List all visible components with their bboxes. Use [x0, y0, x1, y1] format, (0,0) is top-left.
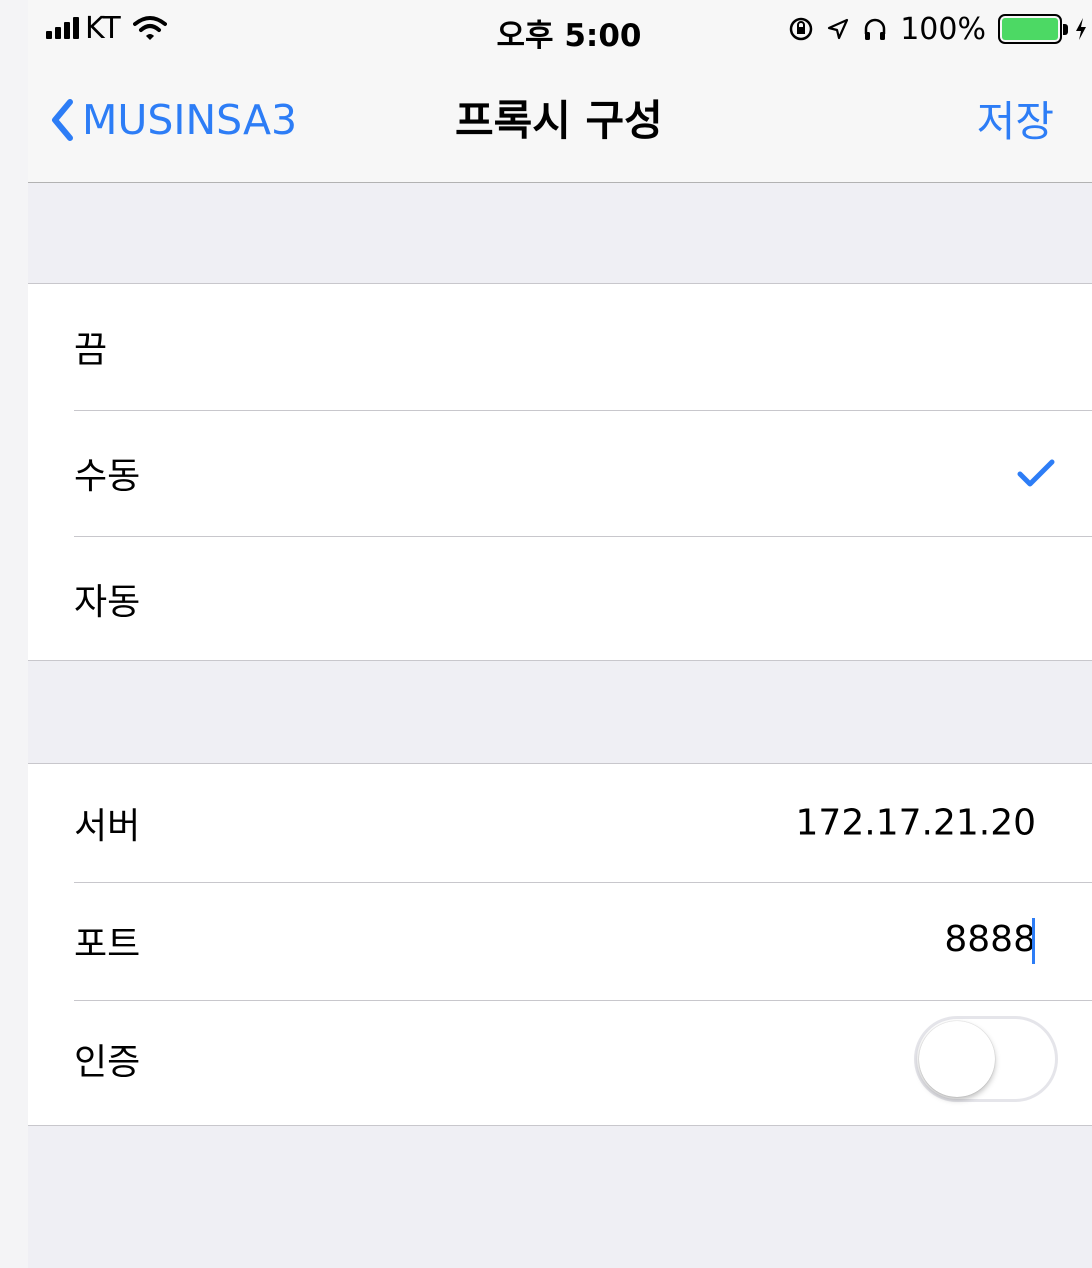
auth-label: 인증 [74, 1042, 141, 1083]
proxy-mode-auto-row[interactable]: 자동 [28, 536, 1092, 662]
proxy-settings-group: 서버 172.17.21.20 포트 8888 인증 [28, 763, 1092, 1126]
server-field[interactable]: 172.17.21.20 [796, 803, 1036, 844]
text-cursor [1032, 918, 1035, 964]
back-label: MUSINSA3 [82, 96, 298, 144]
proxy-mode-off-row[interactable]: 끔 [28, 284, 1092, 410]
port-field[interactable]: 8888 [944, 918, 1036, 964]
battery-icon [998, 14, 1068, 44]
battery-percent: 100% [900, 11, 986, 47]
server-row[interactable]: 서버 172.17.21.20 [28, 764, 1092, 882]
headphones-icon [864, 18, 886, 40]
status-right: 100% [788, 10, 1088, 48]
proxy-mode-off-label: 끔 [74, 330, 108, 371]
toggle-knob [919, 1021, 995, 1097]
back-button[interactable]: MUSINSA3 [50, 90, 297, 150]
auth-toggle[interactable] [914, 1016, 1058, 1102]
location-icon [828, 18, 849, 40]
page-title: 프록시 구성 [455, 96, 663, 145]
chevron-left-icon [52, 99, 73, 141]
checkmark-icon [1017, 459, 1055, 487]
status-bar: KT 오후 5:00 100% [28, 0, 1092, 60]
navigation-bar: MUSINSA3 프록시 구성 저장 [28, 60, 1092, 183]
save-button[interactable]: 저장 [977, 88, 1054, 149]
port-row[interactable]: 포트 8888 [28, 882, 1092, 1000]
proxy-mode-auto-label: 자동 [74, 582, 141, 623]
port-label: 포트 [74, 924, 141, 965]
proxy-mode-manual-row[interactable]: 수동 [28, 410, 1092, 536]
orientation-lock-icon [789, 17, 813, 41]
charging-bolt-icon [1076, 18, 1086, 40]
proxy-mode-manual-label: 수동 [74, 456, 141, 497]
server-label: 서버 [74, 806, 141, 847]
proxy-mode-group: 끔 수동 자동 [28, 283, 1092, 661]
left-margin [0, 0, 28, 1268]
port-value: 8888 [944, 919, 1036, 960]
auth-row: 인증 [28, 1000, 1092, 1118]
phone-screen: KT 오후 5:00 100% MUSINSA3 프록시 구성 저장 끔 수동 … [28, 0, 1092, 1268]
